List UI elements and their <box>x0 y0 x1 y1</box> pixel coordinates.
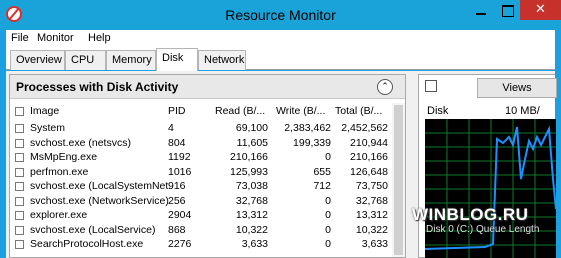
column-header-total[interactable]: Total (B/... <box>335 105 382 117</box>
cell-write: 712 <box>313 180 331 192</box>
cell-total: 2,452,562 <box>341 122 388 134</box>
cell-read: 69,100 <box>235 122 268 134</box>
cell-read: 3,633 <box>241 238 268 250</box>
cell-image: svchost.exe (NetworkService) <box>30 194 169 207</box>
row-checkbox[interactable] <box>15 196 24 206</box>
cell-image: SearchProtocolHost.exe <box>30 238 144 250</box>
cell-read: 125,993 <box>230 165 268 178</box>
cell-total: 10,322 <box>355 223 388 236</box>
minimize-button[interactable] <box>468 0 494 20</box>
watermark-logo: WINBLOG.RU <box>412 205 529 224</box>
cell-image: svchost.exe (LocalSystemNet... <box>30 180 170 192</box>
cell-read: 10,322 <box>235 223 268 236</box>
cell-write: 199,339 <box>293 136 331 149</box>
column-header-read[interactable]: Read (B/... <box>215 105 265 117</box>
processes-disk-panel: Processes with Disk Activity ⌃ Image PID… <box>9 74 406 258</box>
cell-total: 210,944 <box>350 136 388 149</box>
row-checkbox[interactable] <box>15 153 24 162</box>
vertical-scrollbar[interactable] <box>392 103 405 257</box>
panel-header[interactable]: Processes with Disk Activity ⌃ <box>10 75 405 99</box>
tab-overview[interactable]: Overview <box>10 50 65 70</box>
cell-write: 0 <box>325 209 331 221</box>
menu-help[interactable]: Help <box>88 32 111 44</box>
cell-read: 13,312 <box>235 209 268 221</box>
panel-title: Processes with Disk Activity <box>16 80 179 94</box>
cell-image: MsMpEng.exe <box>30 151 98 163</box>
tab-disk[interactable]: Disk <box>156 48 198 71</box>
column-header-pid[interactable]: PID <box>168 105 186 117</box>
close-button[interactable]: ✕ <box>520 0 561 20</box>
cell-pid: 868 <box>168 223 186 236</box>
cell-pid: 916 <box>168 180 186 192</box>
row-checkbox[interactable] <box>15 240 24 249</box>
cell-pid: 804 <box>168 136 186 149</box>
column-header-image[interactable]: Image <box>30 105 59 117</box>
disk-graph-label: Disk <box>427 105 449 117</box>
table-row[interactable]: SearchProtocolHost.exe 2276 3,633 0 3,63… <box>10 238 390 252</box>
cell-read: 32,768 <box>235 194 268 207</box>
table-row[interactable]: explorer.exe 2904 13,312 0 13,312 <box>10 209 390 223</box>
table-row[interactable]: MsMpEng.exe 1192 210,166 0 210,166 <box>10 151 390 165</box>
tab-bar: Overview CPU Memory Disk Network <box>6 48 555 71</box>
cell-read: 73,038 <box>235 180 268 192</box>
row-checkbox[interactable] <box>15 225 24 235</box>
cell-total: 73,750 <box>355 180 388 192</box>
cell-write: 0 <box>325 151 331 163</box>
cell-pid: 4 <box>168 122 174 134</box>
table-row[interactable]: System 4 69,100 2,383,462 2,452,562 <box>10 122 390 136</box>
cell-total: 32,768 <box>355 194 388 207</box>
cell-pid: 2904 <box>168 209 192 221</box>
cell-write: 655 <box>313 165 331 178</box>
cell-image: svchost.exe (LocalService) <box>30 223 156 236</box>
cell-write: 0 <box>325 238 331 250</box>
cell-read: 11,605 <box>236 136 268 149</box>
maximize-button[interactable] <box>494 0 520 20</box>
cell-total: 13,312 <box>355 209 388 221</box>
tab-cpu[interactable]: CPU <box>65 50 106 70</box>
cell-pid: 1016 <box>168 165 192 178</box>
tab-network[interactable]: Network <box>198 50 246 70</box>
select-all-checkbox[interactable] <box>15 107 24 116</box>
menu-monitor[interactable]: Monitor <box>37 32 74 44</box>
row-checkbox[interactable] <box>15 138 24 148</box>
table-row[interactable]: svchost.exe (LocalService) 868 10,322 0 … <box>10 224 390 238</box>
graph-toggle-icon[interactable] <box>425 80 437 92</box>
cell-total: 126,648 <box>350 165 388 178</box>
cell-pid: 2276 <box>168 238 192 250</box>
views-button[interactable]: Views <box>477 78 557 98</box>
cell-image: svchost.exe (netsvcs) <box>30 136 131 149</box>
column-headers: Image PID Read (B/... Write (B/... Total… <box>10 103 390 120</box>
row-checkbox[interactable] <box>15 124 24 133</box>
cell-pid: 256 <box>168 194 186 207</box>
menu-file[interactable]: File <box>11 32 29 44</box>
scrollbar-thumb[interactable] <box>394 105 403 255</box>
cell-write: 0 <box>325 223 331 236</box>
collapse-chevron-up-icon[interactable]: ⌃ <box>377 79 393 95</box>
table-row[interactable]: svchost.exe (netsvcs) 804 11,605 199,339… <box>10 137 390 151</box>
title-bar: Resource Monitor ✕ <box>0 0 561 30</box>
resource-monitor-window: Resource Monitor ✕ File Monitor Help Ove… <box>0 0 561 258</box>
cell-image: perfmon.exe <box>30 165 89 178</box>
row-checkbox[interactable] <box>15 182 24 191</box>
row-checkbox[interactable] <box>15 167 24 177</box>
disk-activity-graph <box>425 119 556 258</box>
table-row[interactable]: perfmon.exe 1016 125,993 655 126,648 <box>10 166 390 180</box>
disk-graph-scale: 10 MB/ <box>505 105 540 117</box>
cell-image: System <box>30 122 66 134</box>
table-row[interactable]: svchost.exe (LocalSystemNet... 916 73,03… <box>10 180 390 194</box>
tab-memory[interactable]: Memory <box>106 50 156 70</box>
table-row[interactable]: svchost.exe (NetworkService) 256 32,768 … <box>10 195 390 209</box>
menu-bar: File Monitor Help <box>6 30 555 48</box>
column-header-write[interactable]: Write (B/... <box>276 105 325 117</box>
graph-caption: Disk 0 (C:) Queue Length <box>426 224 540 235</box>
cell-image: explorer.exe <box>30 209 88 221</box>
cell-read: 210,166 <box>230 151 268 163</box>
cell-pid: 1192 <box>168 151 191 163</box>
row-checkbox[interactable] <box>15 211 24 220</box>
cell-write: 2,383,462 <box>284 122 331 134</box>
cell-total: 3,633 <box>361 238 388 250</box>
cell-write: 0 <box>325 194 331 207</box>
cell-total: 210,166 <box>350 151 388 163</box>
